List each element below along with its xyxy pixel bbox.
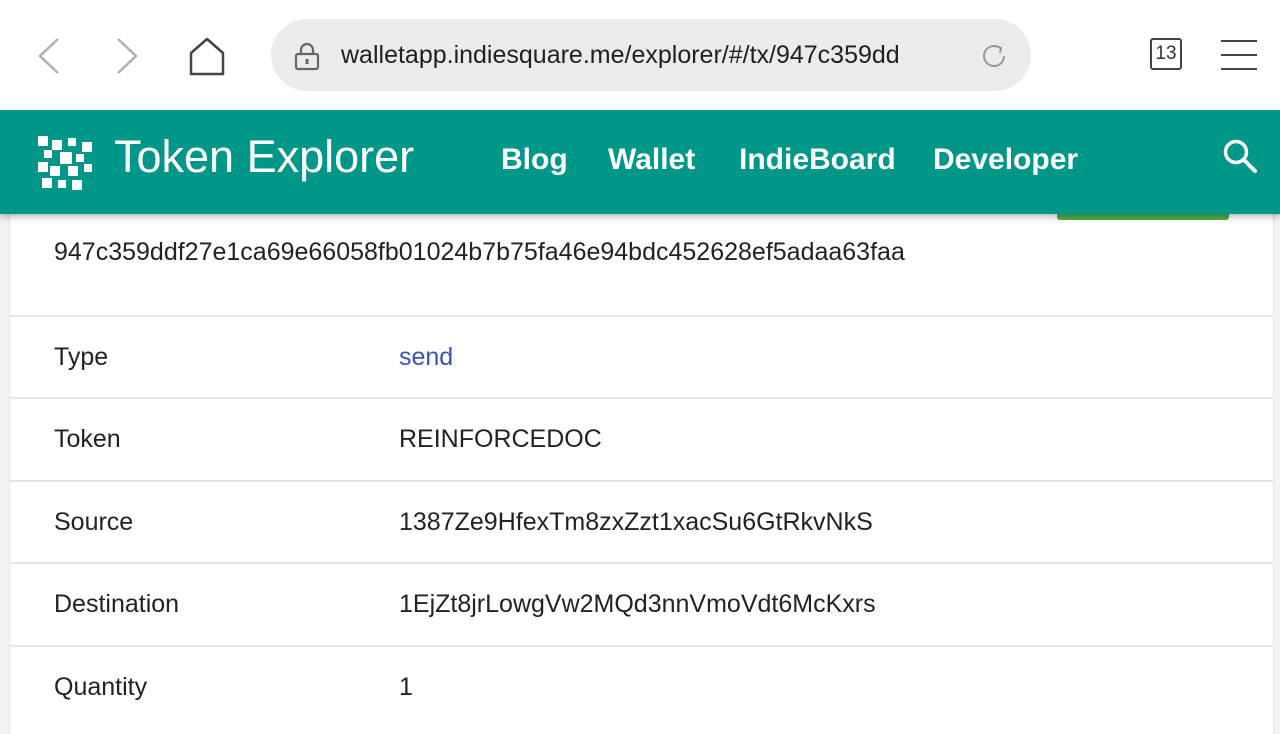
logo-icon[interactable] <box>38 136 94 192</box>
detail-row-destination: Destination 1EjZt8jrLowgVw2MQd3nnVmoVdt6… <box>10 562 1273 644</box>
menu-icon[interactable] <box>1221 39 1257 71</box>
nav-indieboard[interactable]: IndieBoard <box>739 110 896 210</box>
nav-wallet[interactable]: Wallet <box>608 110 695 210</box>
url-text[interactable]: walletapp.indiesquare.me/explorer/#/tx/9… <box>341 19 951 91</box>
lock-icon <box>294 42 320 71</box>
address-bar[interactable]: walletapp.indiesquare.me/explorer/#/tx/9… <box>271 19 1031 91</box>
back-icon <box>38 38 59 74</box>
app-header: Token Explorer Blog Wallet IndieBoard De… <box>0 110 1280 214</box>
forward-icon <box>117 38 138 74</box>
detail-row-source: Source 1387Ze9HfexTm8zxZzt1xacSu6GtRkvNk… <box>10 480 1273 562</box>
row-label: Destination <box>54 590 180 618</box>
home-icon <box>189 37 225 76</box>
row-label: Token <box>54 425 121 453</box>
detail-row-token: Token REINFORCEDOC <box>10 397 1273 479</box>
browser-toolbar: walletapp.indiesquare.me/explorer/#/tx/9… <box>0 0 1280 110</box>
transaction-card: 947c359ddf27e1ca69e66058fb01024b7b75fa46… <box>9 208 1274 734</box>
home-button[interactable] <box>185 34 229 78</box>
row-label: Quantity <box>54 673 148 701</box>
search-icon[interactable] <box>1222 138 1258 174</box>
brand-title[interactable]: Token Explorer <box>114 110 414 204</box>
row-label: Source <box>54 508 134 536</box>
reload-icon[interactable] <box>979 41 1009 71</box>
row-label: Type <box>54 343 109 371</box>
token-value: REINFORCEDOC <box>399 425 602 453</box>
destination-value: 1EjZt8jrLowgVw2MQd3nnVmoVdt6McKxrs <box>399 590 876 618</box>
quantity-value: 1 <box>399 673 413 701</box>
type-link[interactable]: send <box>399 317 453 397</box>
source-value: 1387Ze9HfexTm8zxZzt1xacSu6GtRkvNkS <box>399 508 873 536</box>
detail-row-type: Type send <box>10 315 1273 397</box>
nav-developer[interactable]: Developer <box>933 110 1078 210</box>
tab-switcher-button[interactable]: 13 <box>1150 38 1182 70</box>
transaction-hash: 947c359ddf27e1ca69e66058fb01024b7b75fa46… <box>54 238 905 266</box>
back-button[interactable] <box>27 34 71 78</box>
forward-button[interactable] <box>105 34 149 78</box>
detail-row-quantity: Quantity 1 <box>10 645 1273 727</box>
nav-blog[interactable]: Blog <box>501 110 568 210</box>
